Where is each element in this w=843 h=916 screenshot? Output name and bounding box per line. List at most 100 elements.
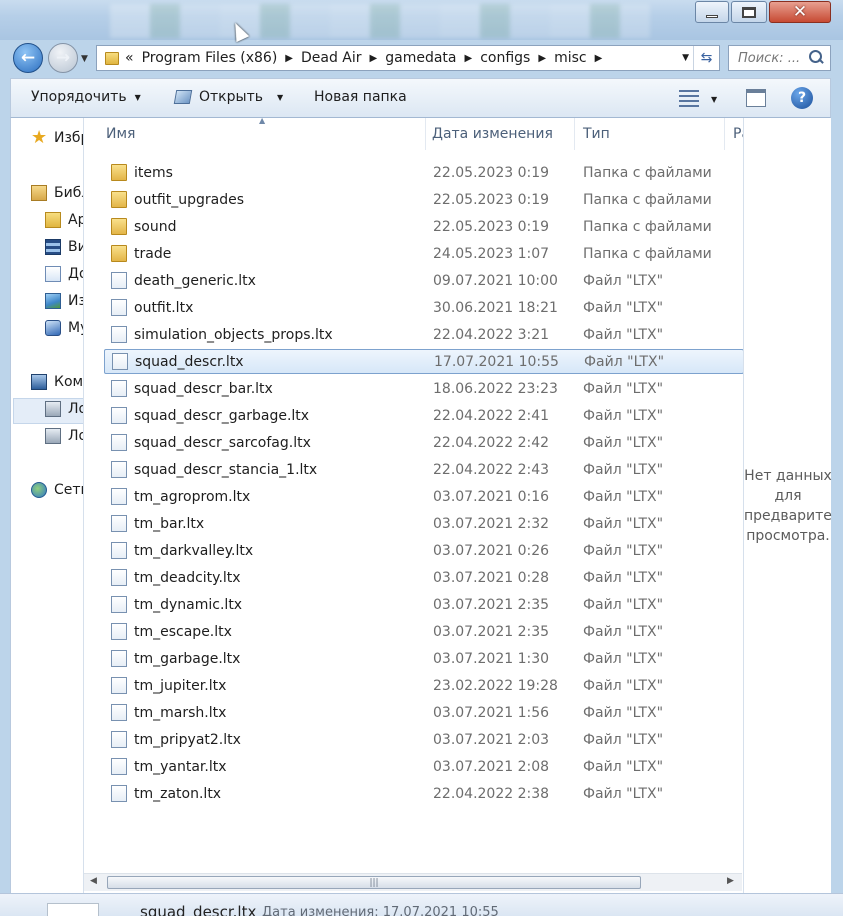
breadcrumb-item[interactable]: configs xyxy=(480,50,530,66)
file-row[interactable]: squad_descr_sarcofag.ltx 22.04.2022 2:42 Ф… xyxy=(104,430,744,455)
maximize-button[interactable] xyxy=(731,1,767,23)
file-date: 03.07.2021 2:03 xyxy=(433,731,550,748)
file-icon xyxy=(111,407,127,424)
sidebar-item-drive-d[interactable]: Локальный диск (D:) xyxy=(45,428,83,444)
breadcrumb-separator-icon[interactable]: ▶ xyxy=(595,53,603,64)
folder-icon xyxy=(111,164,127,181)
file-type: Файл "LTX" xyxy=(583,326,664,343)
sidebar-item-drive-c[interactable]: Локальный диск (C:) xyxy=(45,401,83,417)
sidebar-item-network[interactable]: Сеть xyxy=(31,482,83,498)
sidebar-item-documents[interactable]: Документы xyxy=(45,266,83,282)
horizontal-scrollbar[interactable]: ◀ ||| ▶ xyxy=(84,873,742,891)
file-row[interactable]: tm_agroprom.ltx 03.07.2021 0:16 Файл "LTX" xyxy=(104,484,744,509)
preview-pane-toggle-icon[interactable] xyxy=(746,89,766,107)
file-icon xyxy=(111,623,127,640)
file-row[interactable]: tm_pripyat2.ltx 03.07.2021 2:03 Файл "LTX" xyxy=(104,727,744,752)
file-icon xyxy=(111,677,127,694)
close-button[interactable]: ✕ xyxy=(769,1,831,23)
view-dropdown-icon[interactable]: ▼ xyxy=(711,95,717,104)
sidebar-item-libraries[interactable]: Библиотеки xyxy=(31,185,83,201)
file-row[interactable]: sound 22.05.2023 0:19 Папка с файлами xyxy=(104,214,744,239)
new-folder-button[interactable]: Новая папка xyxy=(314,89,407,105)
search-box[interactable]: Поиск: ... xyxy=(728,45,831,71)
breadcrumb-separator-icon[interactable]: ▶ xyxy=(370,53,378,64)
scroll-right-icon[interactable]: ▶ xyxy=(727,876,734,886)
back-button[interactable]: ← xyxy=(13,43,43,73)
details-meta-value: 17.07.2021 10:55 xyxy=(382,905,499,916)
breadcrumb-item[interactable]: Program Files (x86) xyxy=(142,50,278,66)
column-header-name[interactable]: Имя xyxy=(84,118,426,150)
file-row[interactable]: tm_yantar.ltx 03.07.2021 2:08 Файл "LTX" xyxy=(104,754,744,779)
sidebar-item-computer[interactable]: Компьютер xyxy=(31,374,83,390)
search-icon[interactable] xyxy=(806,48,826,68)
file-name: tm_dynamic.ltx xyxy=(134,596,243,613)
file-row[interactable]: tm_zaton.ltx 22.04.2022 2:38 Файл "LTX" xyxy=(104,781,744,806)
organize-button[interactable]: Упорядочить ▼ xyxy=(31,89,141,105)
breadcrumb-separator-icon[interactable]: ▶ xyxy=(285,53,293,64)
computer-icon xyxy=(31,374,47,390)
breadcrumb-item[interactable]: Dead Air xyxy=(301,50,362,66)
file-row[interactable]: tm_escape.ltx 03.07.2021 2:35 Файл "LTX" xyxy=(104,619,744,644)
file-type: Файл "LTX" xyxy=(583,488,664,505)
sidebar-item-pictures[interactable]: Изображения xyxy=(45,293,83,309)
file-row[interactable]: outfit.ltx 30.06.2021 18:21 Файл "LTX" xyxy=(104,295,744,320)
file-row[interactable]: squad_descr_stancia_1.ltx 22.04.2022 2:43… xyxy=(104,457,744,482)
search-input[interactable]: Поиск: ... xyxy=(729,51,806,66)
chevron-down-icon: ▼ xyxy=(134,92,141,102)
file-row[interactable]: tm_marsh.ltx 03.07.2021 1:56 Файл "LTX" xyxy=(104,700,744,725)
library-icon xyxy=(31,185,47,201)
file-row[interactable]: tm_deadcity.ltx 03.07.2021 0:28 Файл "LTX" xyxy=(104,565,744,590)
file-icon xyxy=(111,650,127,667)
address-bar[interactable]: « Program Files (x86) ▶ Dead Air ▶ gamedat… xyxy=(96,45,720,71)
breadcrumb-separator-icon[interactable]: ▶ xyxy=(538,53,546,64)
minimize-button[interactable] xyxy=(695,1,729,23)
sidebar-label: Локальный диск (C:) xyxy=(68,401,83,417)
preview-line: предварительного xyxy=(744,508,832,524)
file-row[interactable]: tm_dynamic.ltx 03.07.2021 2:35 Файл "LTX" xyxy=(104,592,744,617)
breadcrumb-overflow[interactable]: « xyxy=(125,50,134,66)
file-row[interactable]: trade 24.05.2023 1:07 Папка с файлами xyxy=(104,241,744,266)
file-row[interactable]: tm_darkvalley.ltx 03.07.2021 0:26 Файл "LT… xyxy=(104,538,744,563)
file-date: 03.07.2021 2:32 xyxy=(433,515,550,532)
file-row[interactable]: squad_descr_bar.ltx 18.06.2022 23:23 Файл … xyxy=(104,376,744,401)
address-dropdown-icon[interactable]: ▼ xyxy=(682,53,689,63)
file-row[interactable]: tm_garbage.ltx 03.07.2021 1:30 Файл "LTX" xyxy=(104,646,744,671)
file-row[interactable]: tm_jupiter.ltx 23.02.2022 19:28 Файл "LTX" xyxy=(104,673,744,698)
file-type: Файл "LTX" xyxy=(583,515,664,532)
file-name: tm_bar.ltx xyxy=(134,515,205,532)
file-row[interactable]: death_generic.ltx 09.07.2021 10:00 Файл "L… xyxy=(104,268,744,293)
refresh-button[interactable]: ⇆ xyxy=(693,46,719,70)
scrollbar-thumb[interactable]: ||| xyxy=(107,876,641,889)
sidebar-item-music[interactable]: Музыка xyxy=(45,320,83,336)
breadcrumb-separator-icon[interactable]: ▶ xyxy=(465,53,473,64)
help-icon[interactable]: ? xyxy=(791,87,813,109)
file-row[interactable]: simulation_objects_props.ltx 22.04.2022 3… xyxy=(104,322,744,347)
view-options-icon[interactable] xyxy=(679,90,699,107)
history-dropdown-icon[interactable]: ▼ xyxy=(81,54,88,64)
column-header-type[interactable]: Тип xyxy=(575,118,725,150)
forward-button[interactable]: → xyxy=(48,43,78,73)
file-row[interactable]: squad_descr.ltx 17.07.2021 10:55 Файл "LTX… xyxy=(104,349,744,374)
details-pane: squad_descr.ltx Дата изменения: 17.07.20… xyxy=(0,893,843,916)
file-name: outfit.ltx xyxy=(134,299,194,316)
open-button[interactable]: Открыть ▼ xyxy=(173,89,283,105)
file-date: 22.04.2022 3:21 xyxy=(433,326,550,343)
sidebar-item-video[interactable]: Видео xyxy=(45,239,83,255)
file-row[interactable]: tm_bar.ltx 03.07.2021 2:32 Файл "LTX" xyxy=(104,511,744,536)
breadcrumb-item[interactable]: misc xyxy=(554,50,587,66)
file-row[interactable]: items 22.05.2023 0:19 Папка с файлами xyxy=(104,160,744,185)
file-row[interactable]: outfit_upgrades 22.05.2023 0:19 Папка с фа… xyxy=(104,187,744,212)
scroll-left-icon[interactable]: ◀ xyxy=(90,876,97,886)
column-header-size[interactable]: Размер xyxy=(725,118,744,150)
folder-icon xyxy=(111,191,127,208)
column-header-date[interactable]: Дата изменения xyxy=(426,118,575,150)
file-icon xyxy=(111,731,127,748)
sidebar-item-favorites[interactable]: ★ Избранное xyxy=(31,129,83,147)
breadcrumb-item[interactable]: gamedata xyxy=(385,50,456,66)
file-row[interactable]: squad_descr_garbage.ltx 22.04.2022 2:41 Фа… xyxy=(104,403,744,428)
file-type: Файл "LTX" xyxy=(583,299,664,316)
file-icon xyxy=(111,785,127,802)
network-icon xyxy=(31,482,47,498)
file-name: tm_yantar.ltx xyxy=(134,758,227,775)
sidebar-item-archives[interactable]: Архивы xyxy=(45,212,83,228)
